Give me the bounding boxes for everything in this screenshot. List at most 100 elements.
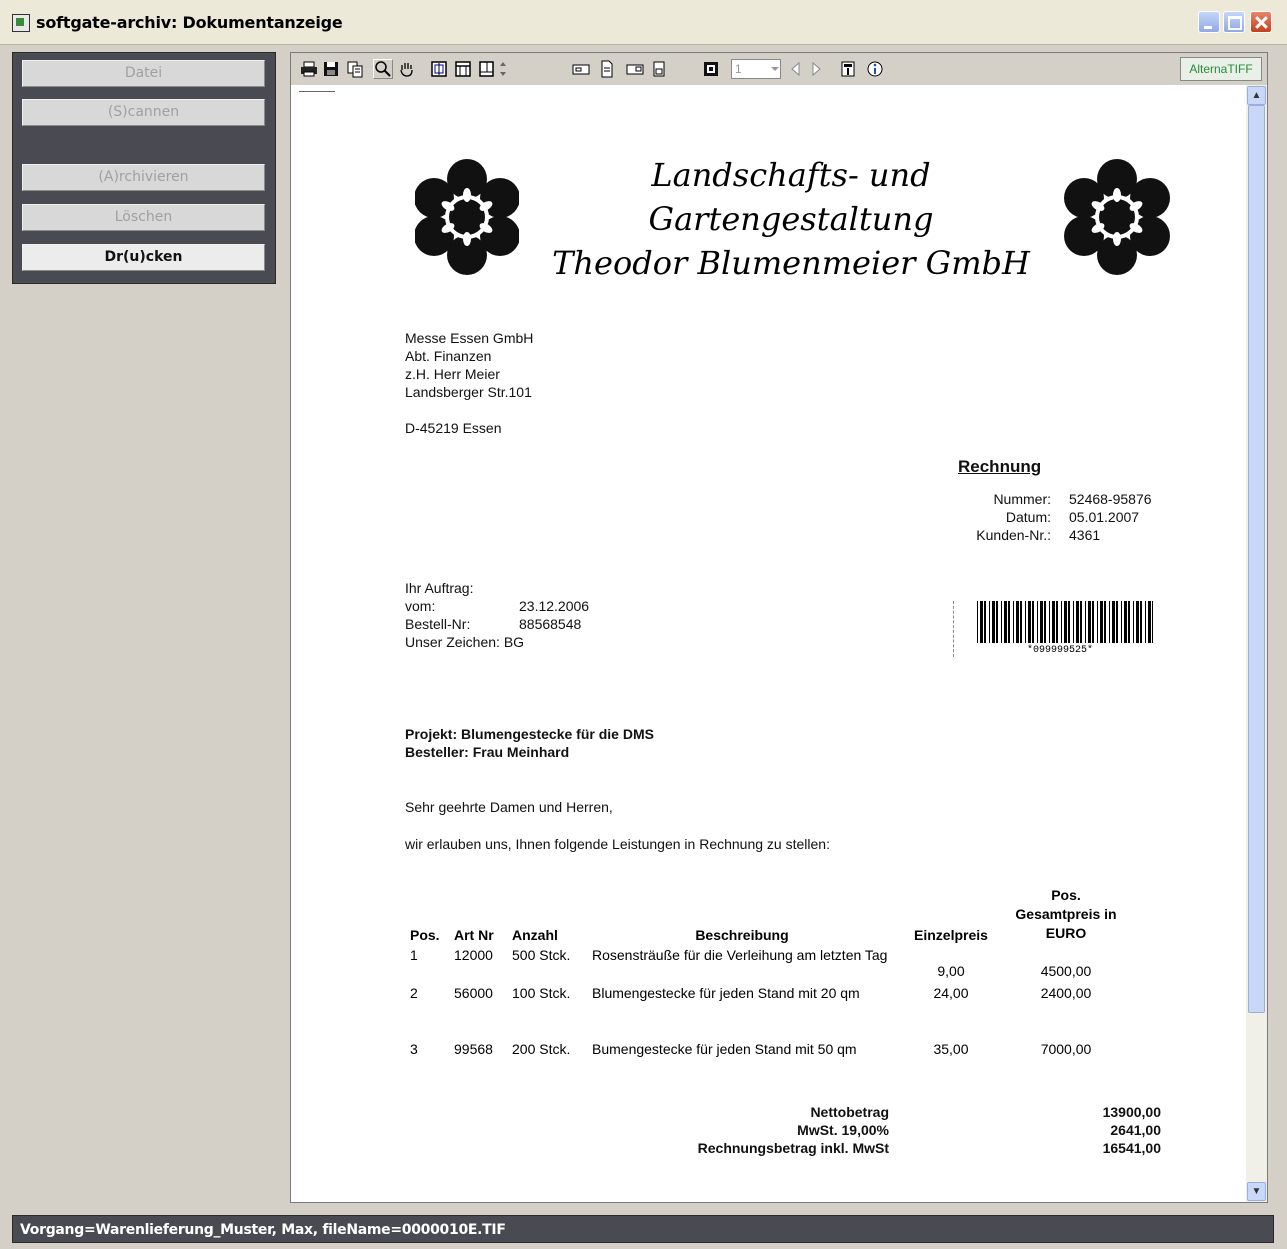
invoice-date: 05.01.2007: [1069, 509, 1140, 525]
app-icon[interactable]: [12, 14, 30, 32]
barcode-bar: [1040, 601, 1043, 643]
cell-anzahl: 200 Stck.: [512, 1041, 571, 1057]
barcode-bar: [1032, 601, 1034, 643]
zoom-icon[interactable]: [373, 59, 393, 79]
barcode-bar: [1124, 601, 1127, 643]
drucken-button[interactable]: Dr(u)cken: [22, 244, 265, 271]
barcode-bar: [1025, 601, 1026, 643]
recipient-line: z.H. Herr Meier: [405, 366, 500, 382]
barcode-bar: [1056, 601, 1058, 643]
info-icon[interactable]: [865, 59, 885, 79]
hand-icon[interactable]: [397, 59, 417, 79]
intro-text: wir erlauben uns, Ihnen folgende Leistun…: [405, 836, 830, 852]
cell-beschreibung: Blumengestecke für jeden Stand mit 20 qm: [592, 985, 860, 1001]
thumbnail-icon[interactable]: [571, 59, 591, 79]
items-table: Pos. Art Nr Anzahl Beschreibung Einzelpr…: [403, 885, 1122, 1097]
scroll-thumb[interactable]: [1248, 105, 1265, 1013]
prev-page-icon[interactable]: [786, 59, 806, 79]
flower-logo-right: [1064, 159, 1170, 275]
page-select-dropdown-icon[interactable]: [765, 59, 785, 79]
barcode-bar: [1085, 601, 1086, 643]
barcode-bar: [984, 601, 986, 643]
barcode-bar: [980, 601, 983, 643]
barcode-bar: [1061, 601, 1062, 643]
barcode-text: *099999525*: [1027, 645, 1094, 656]
order-info: Ihr Auftrag: vom: 23.12.2006 Bestell-Nr: 8…: [405, 579, 589, 651]
cell-art: 12000: [454, 947, 493, 963]
datei-button[interactable]: Datei: [22, 60, 265, 87]
invoice-meta-values: 52468-95876 05.01.2007 4361: [1069, 490, 1152, 544]
barcode-guide: [953, 601, 955, 657]
barcode-bar: [1068, 601, 1070, 643]
net-amount: 13900,00: [1102, 1104, 1161, 1120]
vertical-scrollbar[interactable]: ▲ ▼: [1246, 85, 1267, 1202]
scroll-down-icon[interactable]: ▼: [1247, 1182, 1266, 1201]
status-text: Vorgang=Warenlieferung_Muster, Max, file…: [20, 1222, 506, 1238]
barcode-bar: [1140, 601, 1142, 643]
cell-einzelpreis: 9,00: [937, 963, 965, 979]
barcode-bar: [1121, 601, 1122, 643]
loeschen-button[interactable]: Löschen: [22, 204, 265, 231]
barcode-bar: [1049, 601, 1050, 643]
barcode-bar: [1133, 601, 1134, 643]
totals-labels: Nettobetrag MwSt. 19,00% Rechnungsbetrag…: [591, 1103, 889, 1157]
fit-width-icon[interactable]: [453, 59, 473, 79]
save-icon[interactable]: [321, 59, 341, 79]
barcode-bar: [1116, 601, 1118, 643]
salutation: Sehr geehrte Damen und Herren,: [405, 799, 613, 815]
copy-icon[interactable]: [345, 59, 365, 79]
barcode: [977, 601, 1153, 643]
archivieren-button[interactable]: (A)rchivieren: [22, 164, 265, 191]
barcode-bar: [1064, 601, 1067, 643]
barcode-bar: [1037, 601, 1038, 643]
recipient-line: Landsberger Str.101: [405, 384, 532, 400]
next-page-icon[interactable]: [806, 59, 826, 79]
barcode-bar: [1028, 601, 1031, 643]
customer-number-label: Kunden-Nr.:: [976, 527, 1051, 543]
bw-icon[interactable]: [701, 59, 721, 79]
project-line: Projekt: Blumengestecke für die DMS: [405, 726, 654, 742]
cell-beschreibung: Bumengestecke für jeden Stand mit 50 qm: [592, 1041, 857, 1057]
alternatiff-logo[interactable]: AlternaTIFF: [1180, 57, 1262, 81]
zoom-spin-icon[interactable]: [497, 59, 509, 79]
fit-page-icon[interactable]: [429, 59, 449, 79]
barcode-bar: [1112, 601, 1115, 643]
barcode-bar: [1128, 601, 1130, 643]
cell-gesamtpreis: 7000,00: [1040, 1041, 1092, 1057]
cell-pos: 1: [410, 947, 418, 963]
barcode-bar: [977, 601, 978, 643]
scannen-button[interactable]: (S)cannen: [22, 99, 265, 126]
cell-gesamtpreis: 4500,00: [1040, 963, 1092, 979]
table-row: 2 56000 100 Stck. Blumengestecke für jed…: [403, 985, 1122, 1041]
barcode-bar: [989, 601, 990, 643]
barcode-bar: [1088, 601, 1091, 643]
single-page-icon[interactable]: [597, 59, 617, 79]
flower-logo-left: [415, 159, 519, 275]
viewer-toolbar: 1 AlternaTIFF: [291, 53, 1267, 86]
barcode-bar: [1148, 601, 1151, 643]
barcode-bar: [1052, 601, 1055, 643]
order-number-label: Bestell-Nr:: [405, 616, 471, 632]
net-label: Nettobetrag: [810, 1104, 889, 1120]
barcode-bar: [1001, 601, 1002, 643]
fit-height-icon[interactable]: [477, 59, 497, 79]
order-date: 23.12.2006: [519, 598, 590, 614]
company-name: Landschafts- und Gartengestaltung Theodo…: [531, 153, 1051, 285]
two-page-icon[interactable]: [625, 59, 645, 79]
order-date-label: vom:: [405, 598, 436, 614]
page-icon[interactable]: [649, 59, 669, 79]
cell-anzahl: 500 Stck.: [512, 947, 571, 963]
header-anzahl: Anzahl: [512, 927, 558, 943]
gross-label: Rechnungsbetrag inkl. MwSt: [697, 1140, 889, 1156]
minimize-button[interactable]: [1198, 11, 1220, 33]
printer-icon[interactable]: [299, 59, 319, 79]
scroll-up-icon[interactable]: ▲: [1247, 86, 1266, 105]
maximize-button[interactable]: [1223, 11, 1245, 33]
properties-icon[interactable]: [838, 59, 858, 79]
customer-number: 4361: [1069, 527, 1101, 543]
close-button[interactable]: [1250, 11, 1272, 33]
order-heading: Ihr Auftrag:: [405, 580, 474, 596]
header-pos: Pos.: [410, 927, 440, 943]
gross-amount: 16541,00: [1102, 1140, 1161, 1156]
recipient-address: Messe Essen GmbH Abt. Finanzen z.H. Herr…: [405, 329, 533, 437]
